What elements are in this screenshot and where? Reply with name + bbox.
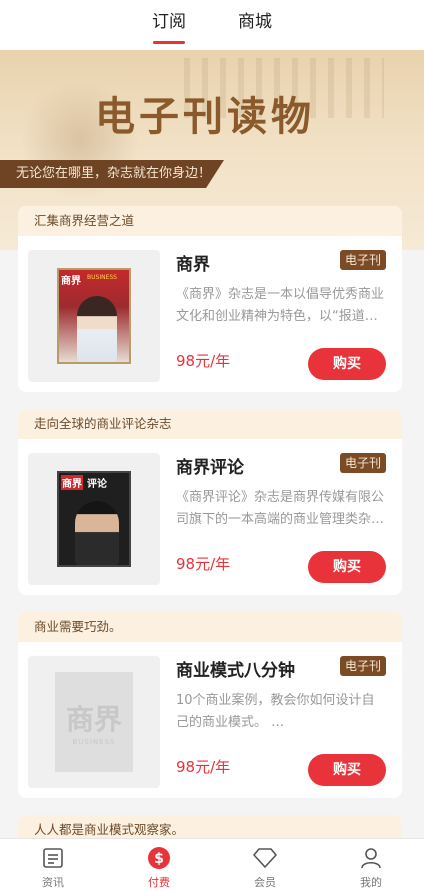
cover-portrait [75, 501, 119, 565]
buy-button[interactable]: 购买 [308, 754, 386, 786]
product-slogan: 走向全球的商业评论杂志 [18, 409, 402, 439]
tabbar-item-member[interactable]: 会员 [212, 839, 318, 891]
svg-text:$: $ [154, 851, 164, 867]
tab-mall[interactable]: 商城 [238, 0, 272, 50]
product-slogan: 汇集商界经营之道 [18, 206, 402, 236]
product-cover[interactable]: 商界 BUSINESS [28, 250, 160, 382]
tabbar-item-profile[interactable]: 我的 [318, 839, 424, 891]
tabbar-label: 我的 [360, 876, 382, 889]
ebook-badge: 电子刊 [339, 250, 386, 270]
tabbar-label: 会员 [254, 876, 276, 889]
product-name[interactable]: 商界评论 [176, 453, 244, 478]
user-icon [358, 845, 384, 871]
tabbar-item-news[interactable]: 资讯 [0, 839, 106, 891]
banner-title: 电子刊读物 [95, 93, 315, 140]
product-description: 《商界评论》杂志是商界传媒有限公司旗下的一本高端的商业管理类杂… [176, 490, 385, 527]
placeholder-cover-image: 商界 BUSINESS [55, 672, 133, 772]
product-cover[interactable]: 商界 BUSINESS [28, 656, 160, 788]
tab-subscribe[interactable]: 订阅 [152, 0, 186, 50]
tabbar-label: 资讯 [42, 876, 64, 889]
cover-portrait [77, 296, 117, 362]
product-price: 98元/年 [176, 555, 231, 573]
buy-button[interactable]: 购买 [308, 348, 386, 380]
product-price: 98元/年 [176, 352, 231, 370]
magazine-cover-image: 商界 BUSINESS [57, 268, 131, 364]
product-card[interactable]: 汇集商界经营之道 商界 BUSINESS 商界 电子刊 《商界》杂志是一本以倡导… [18, 206, 402, 392]
cover-logo: 商界 [61, 475, 83, 490]
ebook-badge: 电子刊 [339, 453, 386, 473]
product-description: 10个商业案例，教会你如何设计自己的商业模式。 … [176, 693, 375, 730]
bottom-tab-bar: 资讯 $ 付费 会员 我的 [0, 838, 424, 891]
cover-subtitle: BUSINESS [72, 738, 116, 746]
tabbar-label: 付费 [148, 876, 170, 889]
product-name[interactable]: 商界 [176, 250, 210, 275]
diamond-icon [252, 845, 278, 871]
product-price: 98元/年 [176, 758, 231, 776]
cover-subtitle: 评论 [87, 479, 107, 490]
cover-logo: 商界 [65, 703, 122, 736]
top-tab-bar: 订阅 商城 [0, 0, 424, 50]
product-card[interactable]: 走向全球的商业评论杂志 商界 评论 商界评论 电子刊 《商界评论》杂志是商界传媒… [18, 409, 402, 595]
product-cover[interactable]: 商界 评论 [28, 453, 160, 585]
ebook-badge: 电子刊 [339, 656, 386, 676]
product-name[interactable]: 商业模式八分钟 [176, 656, 295, 681]
product-slogan: 商业需要巧劲。 [18, 612, 402, 642]
cover-logo: 商界 [61, 276, 81, 287]
banner-ribbon: 无论您在哪里，杂志就在你身边！ [0, 160, 224, 188]
buy-button[interactable]: 购买 [308, 551, 386, 583]
product-card[interactable]: 商业需要巧劲。 商界 BUSINESS 商业模式八分钟 电子刊 10个商业案例，… [18, 612, 402, 798]
magazine-cover-image: 商界 评论 [57, 471, 131, 567]
cover-subtitle: BUSINESS [87, 274, 117, 281]
paid-icon: $ [146, 845, 172, 871]
tabbar-item-paid[interactable]: $ 付费 [106, 839, 212, 891]
product-description: 《商界》杂志是一本以倡导优秀商业文化和创业精神为特色，以“报道… [176, 287, 385, 324]
news-icon [40, 845, 66, 871]
